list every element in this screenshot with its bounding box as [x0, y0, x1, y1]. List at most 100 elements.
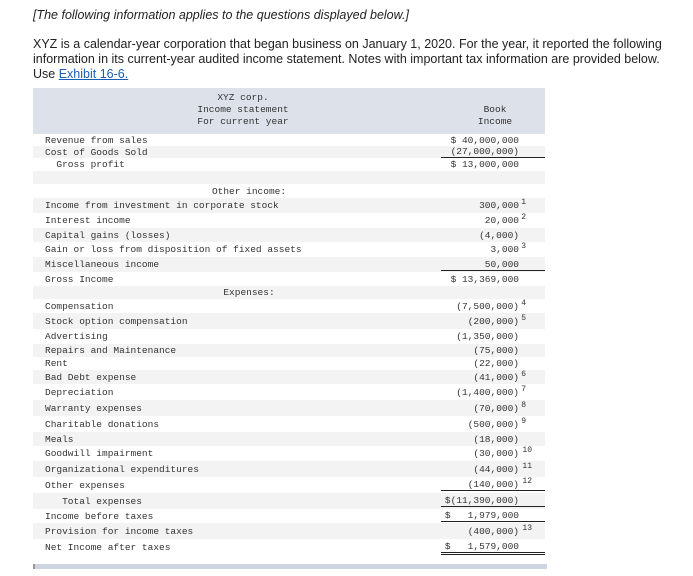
row-value: $ 1,979,000: [441, 510, 545, 522]
row-value: (7,500,000) 4: [441, 298, 545, 312]
row-label: Meals: [45, 433, 74, 445]
row-value: (41,000) 6: [441, 369, 545, 383]
book-income-header: Book Income: [455, 104, 535, 128]
row-label: Revenue from sales: [45, 134, 148, 146]
row-value: (30,000) 10: [441, 446, 545, 459]
row-label: Bad Debt expense: [45, 371, 137, 383]
table-row: Gross Income $ 13,369,000: [33, 272, 545, 286]
statement-name: Income statement: [197, 104, 289, 115]
row-value: $ 40,000,000: [441, 135, 545, 146]
row-value: 3,000 3: [441, 242, 545, 255]
value-text: (30,000): [473, 448, 519, 459]
row-value: (1,400,000) 7: [441, 384, 545, 398]
row-value: $ 13,369,000: [441, 274, 545, 285]
table-row: Other expenses (140,000) 12: [33, 477, 545, 493]
row-value: (70,000) 8: [441, 400, 545, 414]
table-row: Compensation (7,500,000) 4: [33, 299, 545, 313]
footnote-marker: 8: [521, 400, 526, 410]
row-value: 50,000: [441, 259, 545, 271]
row-label: Gross profit: [45, 159, 125, 170]
row-label: Rent: [45, 358, 68, 369]
row-label: Income before taxes: [45, 510, 154, 522]
table-row: Net Income after taxes $ 1,579,000: [33, 539, 545, 556]
row-value: (75,000): [441, 345, 545, 356]
table-body: Revenue from sales $ 40,000,000 Cost of Go…: [33, 134, 545, 556]
footnote-marker: 13: [522, 523, 532, 533]
row-value: (4,000): [441, 230, 545, 241]
row-label: Miscellaneous income: [45, 259, 160, 270]
row-value: (27,000,000): [441, 146, 545, 158]
value-text: $ 1,579,000: [441, 541, 545, 555]
statement-title: XYZ corp. Income statement For current y…: [163, 92, 323, 128]
row-label: Total expenses: [45, 495, 142, 507]
row-value: (200,000) 5: [441, 314, 545, 327]
footnote-marker: 7: [521, 384, 526, 394]
horizontal-scrollbar[interactable]: [33, 564, 547, 569]
footnote-marker: 6: [521, 369, 526, 379]
value-text: $(11,390,000): [441, 495, 545, 507]
footnote-marker: 12: [522, 477, 532, 486]
table-row: Income before taxes $ 1,979,000: [33, 509, 545, 523]
row-value: (140,000) 12: [441, 477, 545, 491]
table-row: Interest income 20,000 2: [33, 213, 545, 228]
row-label: Compensation: [45, 300, 114, 312]
table-row: Provision for income taxes (400,000) 13: [33, 523, 545, 539]
value-text: $ 1,979,000: [441, 510, 545, 522]
row-label: Stock option compensation: [45, 315, 188, 327]
row-label: Cost of Goods Sold: [45, 146, 148, 158]
table-row: Depreciation (1,400,000) 7: [33, 384, 545, 400]
row-label: Organizational expenditures: [45, 463, 199, 475]
statement-period: For current year: [197, 116, 289, 127]
row-label: Provision for income taxes: [45, 525, 194, 537]
table-row: Stock option compensation (200,000) 5: [33, 313, 545, 329]
row-label: Gross Income: [45, 273, 114, 285]
table-row: Income from investment in corporate stoc…: [33, 198, 545, 213]
table-row: Advertising (1,350,000): [33, 329, 545, 344]
value-text: (18,000): [473, 433, 519, 445]
value-text: (200,000): [467, 315, 519, 327]
footnote-marker: 10: [522, 446, 532, 455]
row-label: Gain or loss from disposition of fixed a…: [45, 244, 302, 255]
table-row: Expenses:: [33, 286, 545, 299]
value-text: (75,000): [473, 345, 519, 356]
company-name: XYZ corp.: [217, 92, 269, 103]
value-text: (400,000): [467, 525, 519, 537]
value-text: $ 13,000,000: [450, 159, 519, 170]
table-row: Meals (18,000): [33, 432, 545, 446]
value-text: (22,000): [473, 358, 519, 369]
row-label: Capital gains (losses): [45, 229, 171, 241]
value-text: (1,400,000): [456, 386, 519, 398]
instruction-note: [The following information applies to th…: [33, 8, 409, 22]
row-label: Interest income: [45, 215, 131, 226]
row-label: Depreciation: [45, 386, 114, 398]
column-header-line: Book: [483, 104, 507, 115]
footnote-marker: 3: [521, 242, 526, 251]
row-value: (1,350,000): [441, 331, 545, 342]
row-value: (18,000): [441, 434, 545, 445]
value-text: 50,000: [441, 259, 545, 271]
value-text: $ 13,369,000: [450, 273, 519, 285]
value-text: (4,000): [479, 229, 519, 241]
table-row: Total expenses $(11,390,000): [33, 493, 545, 509]
row-value: (400,000) 13: [441, 523, 545, 537]
income-statement-table: XYZ corp. Income statement For current y…: [33, 88, 545, 556]
value-text: (41,000): [473, 371, 519, 383]
value-text: 3,000: [490, 244, 519, 255]
value-text: $ 40,000,000: [450, 134, 519, 146]
footnote-marker: 4: [521, 298, 526, 308]
row-label: Net Income after taxes: [45, 542, 171, 553]
section-heading: Other income:: [211, 185, 287, 197]
table-row: Revenue from sales $ 40,000,000: [33, 134, 545, 146]
value-text: (27,000,000): [441, 146, 545, 158]
footnote-marker: 11: [522, 461, 532, 471]
table-row: Repairs and Maintenance (75,000): [33, 344, 545, 357]
section-heading: Expenses:: [223, 287, 275, 298]
row-value: (22,000): [441, 358, 545, 369]
table-row: Charitable donations (500,000) 9: [33, 416, 545, 432]
row-label: Repairs and Maintenance: [45, 345, 177, 356]
table-row: Other income:: [33, 184, 545, 198]
table-row: [33, 171, 545, 184]
table-row: Gross profit $ 13,000,000: [33, 158, 545, 171]
value-text: (1,350,000): [456, 331, 519, 342]
exhibit-link[interactable]: Exhibit 16-6.: [59, 67, 128, 81]
